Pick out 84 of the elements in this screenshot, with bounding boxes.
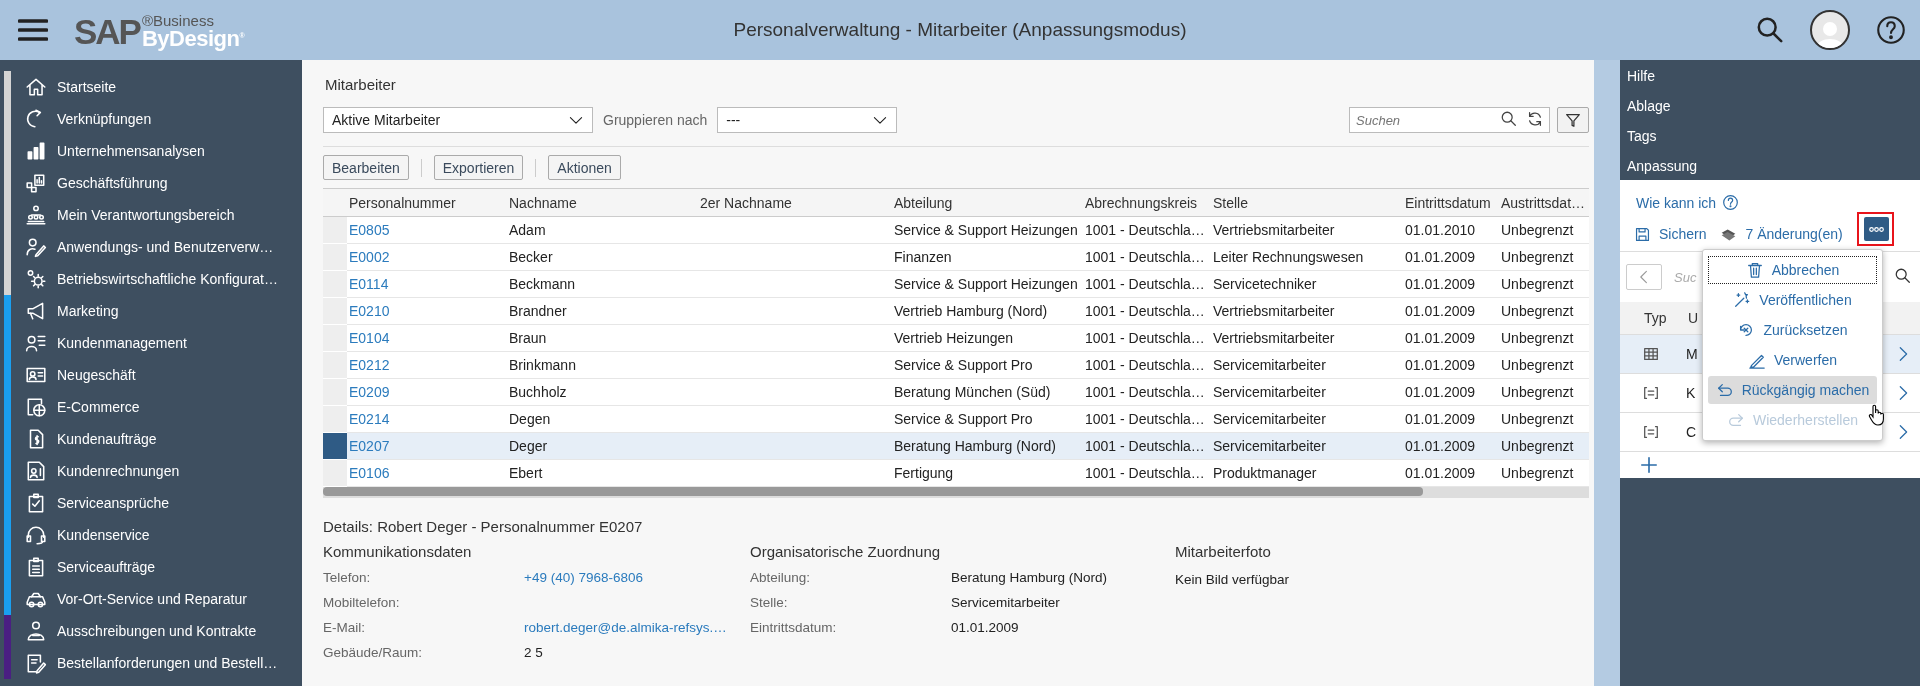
table-cell: Unbegrenzt bbox=[1501, 411, 1574, 427]
table-cell: 01.01.2009 bbox=[1405, 330, 1476, 346]
table-cell: Brandner bbox=[509, 303, 567, 319]
table-cell: Vertriebsmitarbeiter bbox=[1213, 222, 1335, 238]
table-cell: Unbegrenzt bbox=[1501, 249, 1574, 265]
details-heading: Kommunikationsdaten bbox=[323, 543, 472, 560]
field-label: Telefon: bbox=[323, 570, 371, 585]
table-cell: Unbegrenzt bbox=[1501, 465, 1574, 481]
table-cell: Unbegrenzt bbox=[1501, 438, 1574, 454]
row-text: C bbox=[1686, 424, 1697, 440]
table-cell: Servicemitarbeiter bbox=[1213, 357, 1326, 373]
table-cell: Unbegrenzt bbox=[1501, 303, 1574, 319]
table-cell: Braun bbox=[509, 330, 547, 346]
table-cell: Produktmanager bbox=[1213, 465, 1317, 481]
table-cell: Unbegrenzt bbox=[1501, 330, 1574, 346]
table-cell: Unbegrenzt bbox=[1501, 222, 1574, 238]
table-cell: Servicetechniker bbox=[1213, 276, 1317, 292]
row-text: K bbox=[1686, 385, 1696, 401]
column-header: Typ bbox=[1644, 310, 1668, 326]
table-cell: 1001 - Deutschla… bbox=[1085, 330, 1205, 346]
table-cell: Buchholz bbox=[509, 384, 567, 400]
table-cell: 01.01.2009 bbox=[1405, 438, 1476, 454]
table-cell: 1001 - Deutschla… bbox=[1085, 411, 1205, 427]
table-cell: Beckmann bbox=[509, 276, 576, 292]
table-cell: Unbegrenzt bbox=[1501, 276, 1574, 292]
section-title: Mitarbeiter bbox=[325, 76, 396, 93]
table-cell: 01.01.2010 bbox=[1405, 222, 1476, 238]
table-cell: 01.01.2009 bbox=[1405, 465, 1476, 481]
table-cell: Deger bbox=[509, 438, 548, 454]
table-cell: Vertrieb Heizungen bbox=[894, 330, 1014, 346]
table-cell: Servicemitarbeiter bbox=[1213, 411, 1326, 427]
details-title: Details: Robert Deger - Personalnummer E0207 bbox=[323, 518, 643, 535]
table-cell: 1001 - Deutschla… bbox=[1085, 276, 1205, 292]
field-value: Servicemitarbeiter bbox=[951, 595, 1060, 610]
table-cell: 1001 - Deutschla… bbox=[1085, 438, 1205, 454]
table-cell: Brinkmann bbox=[509, 357, 576, 373]
table-cell: Leiter Rechnungswesen bbox=[1213, 249, 1364, 265]
window-title: Personalverwaltung - Mitarbeiter (Anpassungsmodus) bbox=[733, 19, 1187, 40]
table-cell: 1001 - Deutschla… bbox=[1085, 357, 1205, 373]
field-value: 01.01.2009 bbox=[951, 620, 1019, 635]
field-label: Stelle: bbox=[750, 595, 788, 610]
table-cell: 01.01.2009 bbox=[1405, 384, 1476, 400]
details-heading: Organisatorische Zuordnung bbox=[750, 543, 941, 560]
table-cell: Beratung München (Süd) bbox=[894, 384, 1051, 400]
table-cell: 1001 - Deutschla… bbox=[1085, 222, 1205, 238]
field-label: Gebäude/Raum: bbox=[323, 645, 423, 660]
table-cell: Beratung Hamburg (Nord) bbox=[894, 438, 1056, 454]
field-label: Abteilung: bbox=[750, 570, 811, 585]
table-cell: 01.01.2009 bbox=[1405, 276, 1476, 292]
table-cell: 01.01.2009 bbox=[1405, 249, 1476, 265]
table-cell: Servicemitarbeiter bbox=[1213, 438, 1326, 454]
table-cell: Service & Support Heizungen bbox=[894, 276, 1078, 292]
table-cell: Finanzen bbox=[894, 249, 952, 265]
field-label: Eintrittsdatum: bbox=[750, 620, 837, 635]
table-cell: Vertriebsmitarbeiter bbox=[1213, 303, 1335, 319]
table-cell: Servicemitarbeiter bbox=[1213, 384, 1326, 400]
table-cell: Adam bbox=[509, 222, 546, 238]
table-cell: Vertriebsmitarbeiter bbox=[1213, 330, 1335, 346]
table-cell: 01.01.2009 bbox=[1405, 303, 1476, 319]
field-label: Mobiltelefon: bbox=[323, 595, 400, 610]
field-value: 2 5 bbox=[524, 645, 543, 660]
field-value: Beratung Hamburg (Nord) bbox=[951, 570, 1108, 585]
details-heading: Mitarbeiterfoto bbox=[1175, 543, 1271, 560]
table-cell: 1001 - Deutschla… bbox=[1085, 384, 1205, 400]
table-cell: 1001 - Deutschla… bbox=[1085, 249, 1205, 265]
table-cell: Vertrieb Hamburg (Nord) bbox=[894, 303, 1048, 319]
table-cell: 1001 - Deutschla… bbox=[1085, 465, 1205, 481]
table-cell: Unbegrenzt bbox=[1501, 357, 1574, 373]
column-header: U bbox=[1688, 310, 1699, 326]
table-cell: Becker bbox=[509, 249, 553, 265]
table-cell: 01.01.2009 bbox=[1405, 411, 1476, 427]
table-cell: Degen bbox=[509, 411, 551, 427]
table-cell: 1001 - Deutschla… bbox=[1085, 303, 1205, 319]
table-cell: Service & Support Pro bbox=[894, 411, 1033, 427]
row-text: M bbox=[1686, 346, 1698, 362]
table-cell: Service & Support Heizungen bbox=[894, 222, 1078, 238]
field-label: E-Mail: bbox=[323, 620, 365, 635]
group-label: Gruppieren nach bbox=[603, 112, 708, 128]
table-cell: Unbegrenzt bbox=[1501, 384, 1574, 400]
table-cell: 01.01.2009 bbox=[1405, 357, 1476, 373]
table-cell: Ebert bbox=[509, 465, 543, 481]
table-cell: Fertigung bbox=[894, 465, 954, 481]
photo-note: Kein Bild verfügbar bbox=[1175, 572, 1290, 587]
table-cell: Service & Support Pro bbox=[894, 357, 1033, 373]
